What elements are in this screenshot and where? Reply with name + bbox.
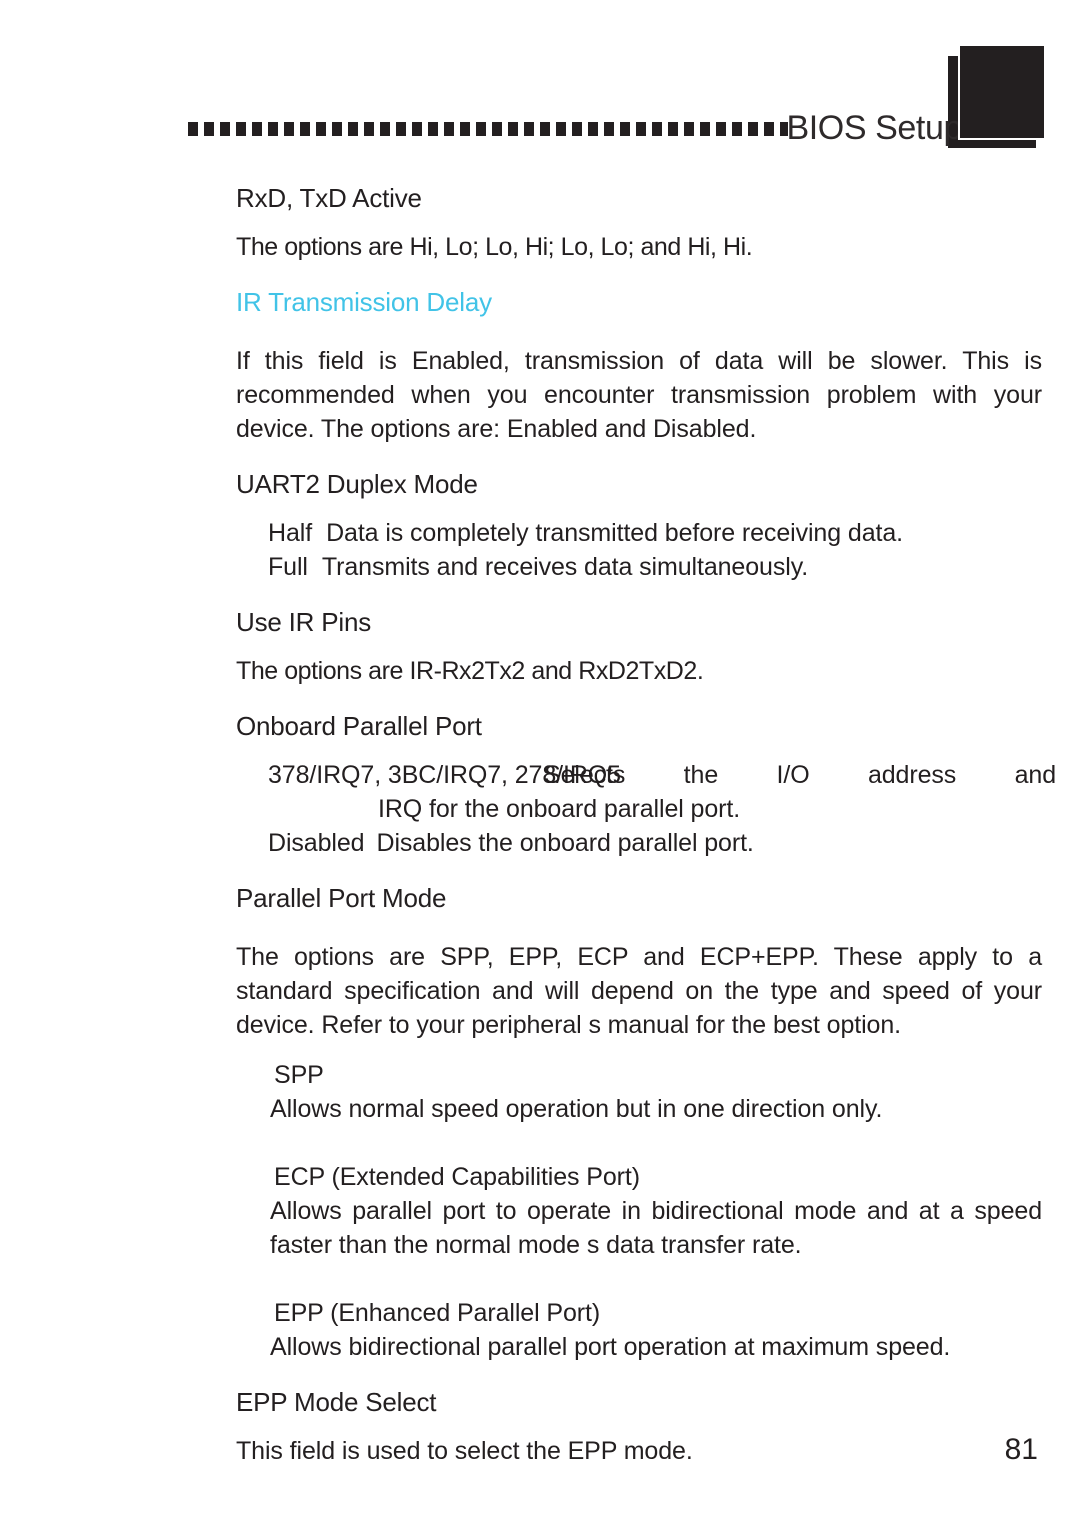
option-row-disabled: Disabled Disables the onboard parallel p… [268, 826, 1058, 860]
section-rxd-txd-active: RxD, TxD Active The options are Hi, Lo; … [0, 160, 1080, 264]
mode-description-ecp: Allows parallel port to operate in bidir… [270, 1197, 1042, 1259]
section-ir-transmission-delay: IR Transmission Delay If this field is E… [0, 264, 1080, 446]
option-description-disabled: Disables the onboard parallel port. [376, 829, 754, 857]
option-row-irq-addresses: 378/IRQ7, 3BC/IRQ7, 278/IRQ5 Selects the… [268, 758, 1058, 792]
header-black-box-icon [958, 44, 1046, 140]
section-heading-epp-mode-select: EPP Mode Select [236, 1387, 437, 1417]
section-heading-uart2-duplex-mode: UART2 Duplex Mode [236, 469, 478, 499]
option-description-half: Data is completely transmitted before re… [326, 519, 903, 547]
section-onboard-parallel-port: Onboard Parallel Port 378/IRQ7, 3BC/IRQ7… [0, 688, 1080, 860]
section-body-parallel-port-mode: The options are SPP, EPP, ECP and ECP+EP… [236, 943, 1042, 1039]
section-parallel-port-mode: Parallel Port Mode The options are SPP, … [0, 860, 1080, 1364]
section-uart2-duplex-mode: UART2 Duplex Mode Half Data is completel… [0, 446, 1080, 584]
mode-name-ecp: ECP (Extended Capabilities Port) [274, 1163, 640, 1191]
option-label-disabled: Disabled [268, 829, 365, 857]
option-description-full: Transmits and receives data simultaneous… [321, 553, 809, 581]
option-description-irq-addresses: Selects the I/O address and [544, 761, 1056, 789]
option-label-full: Full [268, 553, 308, 581]
mode-name-spp: SPP [274, 1061, 324, 1089]
page-header-title: BIOS Setup [786, 109, 962, 147]
section-heading-use-ir-pins: Use IR Pins [236, 607, 372, 637]
section-body-ir-transmission-delay: If this field is Enabled, transmission o… [236, 347, 1042, 443]
mode-name-epp: EPP (Enhanced Parallel Port) [274, 1299, 601, 1327]
section-body-use-ir-pins: The options are IR-Rx2Tx2 and RxD2TxD2. [236, 657, 704, 685]
page-number: 81 [1004, 1433, 1038, 1466]
section-heading-rxd-txd-active: RxD, TxD Active [236, 183, 422, 213]
option-description-irq-continuation: IRQ for the onboard parallel port. [378, 795, 741, 823]
document-content: RxD, TxD Active The options are Hi, Lo; … [0, 160, 1080, 1468]
option-label-half: Half [268, 519, 313, 547]
option-row-half: Half Data is completely transmitted befo… [268, 516, 1058, 550]
mode-description-spp: Allows normal speed operation but in one… [270, 1095, 883, 1123]
section-heading-onboard-parallel-port: Onboard Parallel Port [236, 711, 482, 741]
mode-description-epp: Allows bidirectional parallel port opera… [270, 1333, 951, 1361]
section-body-rxd-txd-active: The options are Hi, Lo; Lo, Hi; Lo, Lo; … [236, 233, 753, 261]
section-heading-ir-transmission-delay: IR Transmission Delay [236, 287, 492, 317]
option-row-full: Full Transmits and receives data simulta… [268, 550, 1058, 584]
section-heading-parallel-port-mode: Parallel Port Mode [236, 883, 447, 913]
page-header: BIOS Setup [0, 0, 1080, 170]
section-use-ir-pins: Use IR Pins The options are IR-Rx2Tx2 an… [0, 584, 1080, 688]
